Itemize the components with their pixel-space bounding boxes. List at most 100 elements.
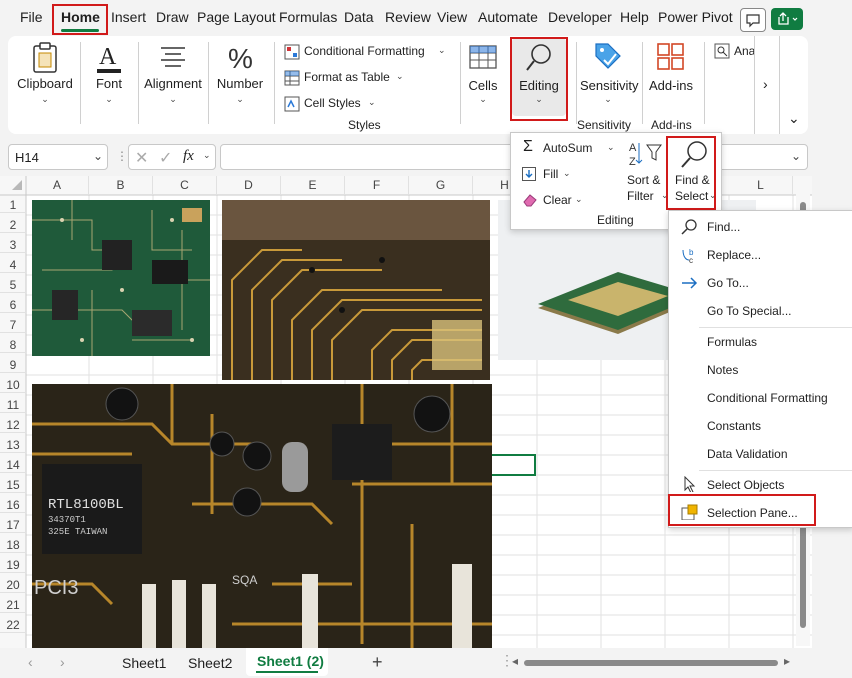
fill-button[interactable]: Fill ⌄: [517, 163, 597, 185]
menu-item-conditional-formatting[interactable]: Conditional Formatting: [669, 386, 852, 410]
sensitivity-button[interactable]: Sensitivity ⌄: [580, 40, 639, 110]
tab-draw[interactable]: Draw: [156, 9, 189, 25]
tab-file[interactable]: File: [20, 9, 43, 25]
name-box[interactable]: H14 ⌄: [8, 144, 108, 170]
tab-insert[interactable]: Insert: [111, 9, 146, 25]
row-header[interactable]: 10: [0, 378, 26, 393]
row-header[interactable]: 13: [0, 438, 26, 453]
cancel-icon[interactable]: ✕: [135, 148, 148, 168]
tab-automate[interactable]: Automate: [478, 9, 538, 25]
tab-page-layout[interactable]: Page Layout: [197, 9, 276, 25]
row-header[interactable]: 17: [0, 518, 26, 533]
column-header[interactable]: G: [409, 176, 473, 194]
row-header[interactable]: 19: [0, 558, 26, 573]
tab-power-pivot[interactable]: Power Pivot: [658, 9, 733, 25]
sensitivity-label: Sensitivity: [580, 78, 639, 93]
menu-item-find[interactable]: Find...: [669, 215, 852, 239]
sort-filter-button[interactable]: A Z Sort & Filter ⌄: [623, 137, 669, 209]
row-header[interactable]: 20: [0, 578, 26, 593]
svg-text:A: A: [629, 142, 637, 154]
row-header[interactable]: 1: [0, 198, 26, 213]
row-header[interactable]: 16: [0, 498, 26, 513]
menu-item-selection-pane[interactable]: Selection Pane...: [669, 501, 852, 525]
alignment-button[interactable]: Alignment ⌄: [142, 40, 204, 110]
column-header[interactable]: D: [217, 176, 281, 194]
menu-item-select-objects[interactable]: Select Objects: [669, 473, 852, 497]
horizontal-scrollbar-thumb[interactable]: [524, 660, 778, 666]
row-header[interactable]: 9: [0, 358, 26, 373]
circuit-board-image-1[interactable]: [32, 200, 210, 356]
menu-item-constants[interactable]: Constants: [669, 414, 852, 438]
editing-button[interactable]: Editing ⌄: [512, 38, 566, 116]
divider: [80, 42, 81, 124]
row-header[interactable]: 7: [0, 318, 26, 333]
add-sheet-icon[interactable]: +: [372, 652, 383, 673]
circuit-board-image-2[interactable]: [222, 200, 490, 380]
sort-filter-label-1: Sort &: [627, 173, 661, 187]
arrow-right-icon: [682, 277, 698, 289]
share-button[interactable]: [771, 8, 803, 30]
more-options-icon[interactable]: ⋮: [116, 149, 128, 163]
autosum-button[interactable]: Σ AutoSum ⌄: [517, 137, 621, 159]
row-header[interactable]: 21: [0, 598, 26, 613]
row-header[interactable]: 6: [0, 298, 26, 313]
menu-item-formulas[interactable]: Formulas: [669, 330, 852, 354]
row-header[interactable]: 14: [0, 458, 26, 473]
sheet-tab[interactable]: Sheet2: [188, 655, 232, 671]
scroll-left-icon[interactable]: ◂: [512, 654, 518, 668]
tab-review[interactable]: Review: [385, 9, 431, 25]
motherboard-image[interactable]: RTL8100BL 34370T1 325E TAIWAN PCI3 SQA: [32, 384, 492, 648]
table-icon: [284, 70, 300, 86]
clipboard-button[interactable]: Clipboard ⌄: [14, 40, 76, 110]
find-select-button[interactable]: Find & Select ⌄: [671, 137, 717, 209]
tab-developer[interactable]: Developer: [548, 9, 612, 25]
tab-data[interactable]: Data: [344, 9, 374, 25]
comments-button[interactable]: [740, 8, 766, 32]
add-ins-button[interactable]: Add-ins: [646, 40, 696, 110]
menu-item-data-validation[interactable]: Data Validation: [669, 442, 852, 466]
chevron-right-icon[interactable]: ›: [60, 654, 65, 670]
scroll-right-icon[interactable]: ▸: [784, 654, 790, 668]
tab-view[interactable]: View: [437, 9, 467, 25]
row-header[interactable]: 11: [0, 398, 26, 413]
chevron-down-icon: ⌄: [203, 150, 211, 160]
column-header[interactable]: L: [729, 176, 793, 194]
menu-item-replace[interactable]: bc Replace...: [669, 243, 852, 267]
cells-button[interactable]: Cells ⌄: [464, 40, 502, 110]
analyze-data-button[interactable]: Ana: [712, 42, 755, 62]
tab-formulas[interactable]: Formulas: [279, 9, 337, 25]
clear-button[interactable]: Clear ⌄: [517, 189, 597, 211]
row-header[interactable]: 18: [0, 538, 26, 553]
row-header[interactable]: 2: [0, 218, 26, 233]
menu-item-go-to-special[interactable]: Go To Special...: [669, 299, 852, 323]
column-header[interactable]: E: [281, 176, 345, 194]
insert-function-button[interactable]: fx: [183, 148, 194, 165]
conditional-formatting-button[interactable]: Conditional Formatting ⌄: [282, 42, 452, 62]
format-as-table-button[interactable]: Format as Table ⌄: [282, 68, 412, 88]
font-button[interactable]: A Font ⌄: [86, 40, 132, 110]
row-header[interactable]: 3: [0, 238, 26, 253]
column-header[interactable]: C: [153, 176, 217, 194]
row-header[interactable]: 4: [0, 258, 26, 273]
row-header[interactable]: 22: [0, 618, 26, 633]
number-button[interactable]: % Number ⌄: [212, 40, 268, 110]
enter-icon[interactable]: ✓: [159, 148, 172, 168]
go-to-special-label: Go To Special...: [707, 304, 792, 318]
ribbon-collapse-button[interactable]: ⌄: [784, 110, 804, 130]
column-header[interactable]: B: [89, 176, 153, 194]
menu-item-notes[interactable]: Notes: [669, 358, 852, 382]
sheet-tab[interactable]: Sheet1: [122, 655, 166, 671]
row-header[interactable]: 15: [0, 478, 26, 493]
tab-home[interactable]: Home: [61, 9, 100, 25]
ribbon-scroll-right[interactable]: ›: [754, 36, 780, 134]
column-header[interactable]: F: [345, 176, 409, 194]
column-header[interactable]: A: [26, 176, 89, 194]
cell-styles-button[interactable]: Cell Styles ⌄: [282, 94, 382, 114]
row-header[interactable]: 5: [0, 278, 26, 293]
row-header[interactable]: 8: [0, 338, 26, 353]
active-sheet-tab[interactable]: Sheet1 (2): [246, 648, 328, 676]
tab-help[interactable]: Help: [620, 9, 649, 25]
row-header[interactable]: 12: [0, 418, 26, 433]
chevron-left-icon[interactable]: ‹: [28, 654, 33, 670]
menu-item-go-to[interactable]: Go To...: [669, 271, 852, 295]
